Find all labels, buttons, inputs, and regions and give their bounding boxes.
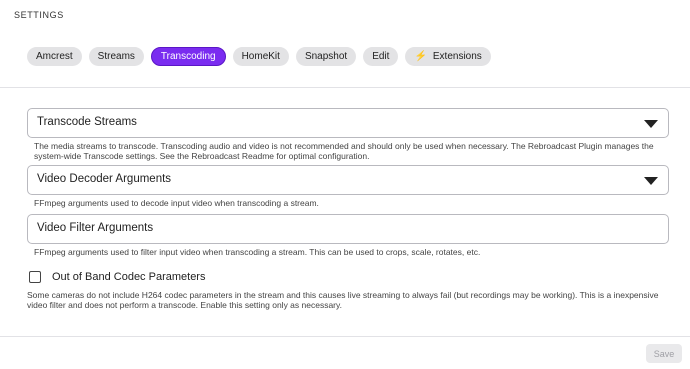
tab-transcoding[interactable]: Transcoding — [150, 47, 226, 66]
dropdown-caret-icon — [644, 120, 658, 128]
tab-streams[interactable]: Streams — [88, 47, 144, 66]
tab-label: Transcoding — [160, 51, 216, 62]
settings-panel: SETTINGS Amcrest Streams Transcoding Hom… — [0, 0, 690, 369]
tab-snapshot[interactable]: Snapshot — [295, 47, 357, 66]
field-help-text: Some cameras do not include H264 codec p… — [27, 290, 659, 310]
tab-extensions[interactable]: ⚡ Extensions — [405, 47, 491, 66]
tab-homekit[interactable]: HomeKit — [232, 47, 289, 66]
dropdown-caret-icon — [644, 177, 658, 185]
out-of-band-checkbox[interactable] — [29, 271, 41, 283]
tab-edit[interactable]: Edit — [363, 47, 399, 66]
tab-label: Snapshot — [304, 51, 348, 62]
field-help-text: FFmpeg arguments used to filter input vi… — [34, 247, 481, 257]
save-button[interactable]: Save — [646, 344, 682, 363]
lightning-icon: ⚡ — [414, 51, 427, 62]
section-divider — [0, 87, 690, 88]
tab-label: HomeKit — [241, 51, 280, 62]
tab-label: Extensions — [432, 51, 482, 62]
field-help-text: FFmpeg arguments used to decode input vi… — [34, 198, 319, 208]
transcode-streams-select[interactable]: Transcode Streams — [27, 108, 669, 138]
video-decoder-select[interactable]: Video Decoder Arguments — [27, 165, 669, 195]
footer-divider — [0, 336, 690, 337]
field-label: Video Decoder Arguments — [37, 173, 172, 185]
checkbox-label: Out of Band Codec Parameters — [52, 271, 206, 283]
settings-tabs: Amcrest Streams Transcoding HomeKit Snap… — [27, 47, 491, 66]
section-title: SETTINGS — [14, 10, 64, 20]
tab-label: Edit — [372, 51, 390, 62]
tab-amcrest[interactable]: Amcrest — [27, 47, 82, 66]
tab-label: Streams — [97, 51, 135, 62]
field-label: Video Filter Arguments — [37, 222, 154, 234]
field-label: Transcode Streams — [37, 116, 137, 128]
video-filter-input[interactable]: Video Filter Arguments — [27, 214, 669, 244]
field-help-text: The media streams to transcode. Transcod… — [34, 141, 654, 161]
tab-label: Amcrest — [36, 51, 73, 62]
